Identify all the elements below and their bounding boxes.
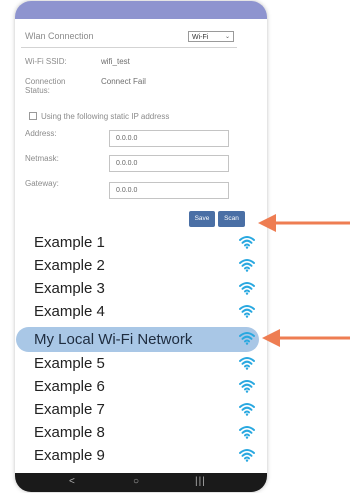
wifi-signal-icon: [239, 331, 255, 345]
network-item[interactable]: Example 5: [19, 352, 259, 374]
network-name: Example 4: [34, 303, 105, 320]
wifi-signal-icon: [239, 356, 255, 370]
network-item[interactable]: Example 3: [19, 277, 259, 299]
network-name: Example 2: [34, 257, 105, 274]
wifi-signal-icon: [239, 235, 255, 249]
android-nav-bar: < ○ |||: [15, 473, 267, 492]
wifi-signal-icon: [239, 379, 255, 393]
connection-mode-value: Wi-Fi: [192, 34, 209, 41]
annotation-arrow-network: [262, 329, 350, 347]
wlan-settings-panel: Wlan Connection Wi-Fi ⌄ Wi-Fi SSID: wifi…: [21, 19, 257, 230]
wifi-signal-icon: [239, 258, 255, 272]
ssid-value: wifi_test: [101, 57, 130, 66]
network-name: Example 7: [34, 401, 105, 418]
address-input[interactable]: 0.0.0.0: [109, 130, 229, 147]
home-icon[interactable]: ○: [133, 476, 139, 488]
netmask-label: Netmask:: [25, 154, 59, 163]
network-item[interactable]: Example 7: [19, 398, 259, 420]
network-item[interactable]: Example 9: [19, 444, 259, 466]
divider: [21, 47, 237, 48]
top-header-bar: [15, 1, 267, 19]
scan-button[interactable]: Scan: [218, 211, 245, 227]
wifi-signal-icon: [239, 448, 255, 462]
network-item[interactable]: Example 6: [19, 375, 259, 397]
wifi-signal-icon: [239, 402, 255, 416]
static-ip-checkbox[interactable]: [29, 112, 37, 120]
network-item[interactable]: Example 4: [19, 300, 259, 322]
network-name: My Local Wi-Fi Network: [34, 331, 193, 348]
network-name: Example 1: [34, 234, 105, 251]
network-item[interactable]: Example 1: [19, 231, 259, 253]
back-icon[interactable]: <: [69, 476, 75, 488]
network-item[interactable]: Example 8: [19, 421, 259, 443]
phone-screen: Wlan Connection Wi-Fi ⌄ Wi-Fi SSID: wifi…: [15, 1, 267, 492]
annotation-arrow-scan: [258, 214, 350, 232]
netmask-input[interactable]: 0.0.0.0: [109, 155, 229, 172]
network-name: Example 3: [34, 280, 105, 297]
ssid-label: Wi-Fi SSID:: [25, 57, 67, 66]
static-ip-label: Using the following static IP address: [41, 112, 170, 121]
network-name: Example 6: [34, 378, 105, 395]
network-item[interactable]: Example 2: [19, 254, 259, 276]
wifi-signal-icon: [239, 281, 255, 295]
settings-title: Wlan Connection: [25, 31, 94, 41]
wifi-signal-icon: [239, 425, 255, 439]
save-button[interactable]: Save: [189, 211, 215, 227]
status-value: Connect Fail: [101, 77, 146, 86]
chevron-down-icon: ⌄: [224, 34, 230, 40]
connection-mode-select[interactable]: Wi-Fi ⌄: [188, 31, 234, 42]
address-label: Address:: [25, 129, 57, 138]
network-name: Example 9: [34, 447, 105, 464]
status-label-line2: Status:: [25, 86, 50, 95]
wifi-signal-icon: [239, 304, 255, 318]
network-name: Example 5: [34, 355, 105, 372]
recents-icon[interactable]: |||: [195, 476, 206, 488]
gateway-label: Gateway:: [25, 179, 59, 188]
network-name: Example 8: [34, 424, 105, 441]
gateway-input[interactable]: 0.0.0.0: [109, 182, 229, 199]
network-item-selected[interactable]: My Local Wi-Fi Network: [16, 327, 259, 352]
